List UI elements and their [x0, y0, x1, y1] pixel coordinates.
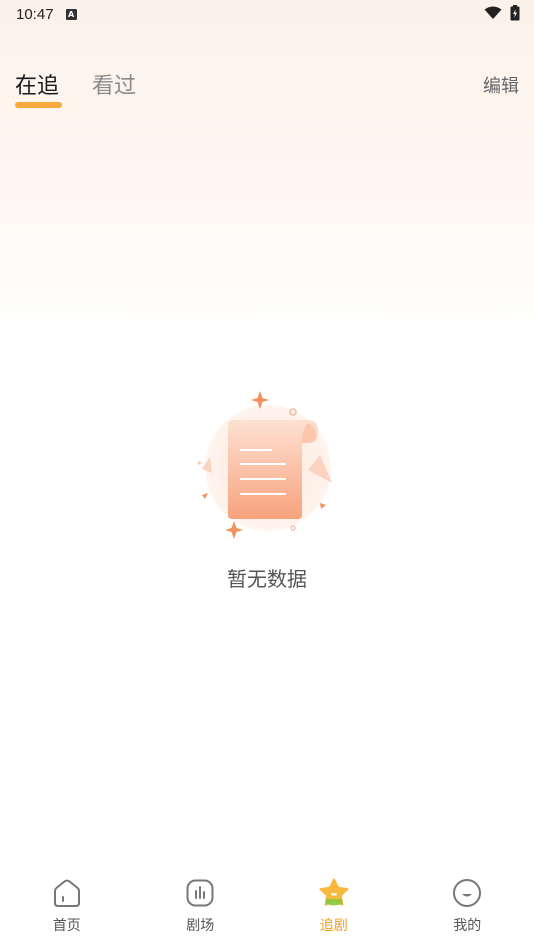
notification-icon: A — [65, 8, 77, 20]
tab-watched[interactable]: 看过 — [92, 68, 136, 100]
battery-icon — [510, 5, 520, 21]
status-time: 10:47 — [16, 5, 54, 23]
active-tab-indicator — [15, 102, 62, 108]
header-background — [0, 0, 534, 340]
profile-icon — [453, 879, 482, 907]
home-icon — [53, 879, 80, 907]
nav-label: 剧场 — [186, 918, 215, 934]
theater-icon — [186, 879, 214, 907]
status-icons — [484, 5, 520, 21]
bottom-navigation: 首页 剧场 追剧 我的 — [0, 865, 534, 950]
nav-item-home[interactable]: 首页 — [0, 865, 134, 950]
header: 在追 看过 编辑 — [0, 60, 534, 120]
wifi-icon — [484, 6, 502, 19]
edit-button[interactable]: 编辑 — [483, 72, 519, 98]
nav-item-profile[interactable]: 我的 — [401, 865, 534, 950]
nav-label: 追剧 — [319, 918, 348, 934]
nav-item-following[interactable]: 追剧 — [267, 865, 401, 950]
empty-state-message: 暂无数据 — [227, 567, 307, 591]
status-bar: 10:47 A — [0, 0, 534, 28]
star-icon — [319, 878, 349, 906]
nav-item-theater[interactable]: 剧场 — [134, 865, 268, 950]
tab-following[interactable]: 在追 — [15, 68, 59, 100]
nav-label: 我的 — [453, 918, 482, 934]
empty-document-icon — [198, 391, 332, 539]
nav-label: 首页 — [52, 918, 81, 934]
